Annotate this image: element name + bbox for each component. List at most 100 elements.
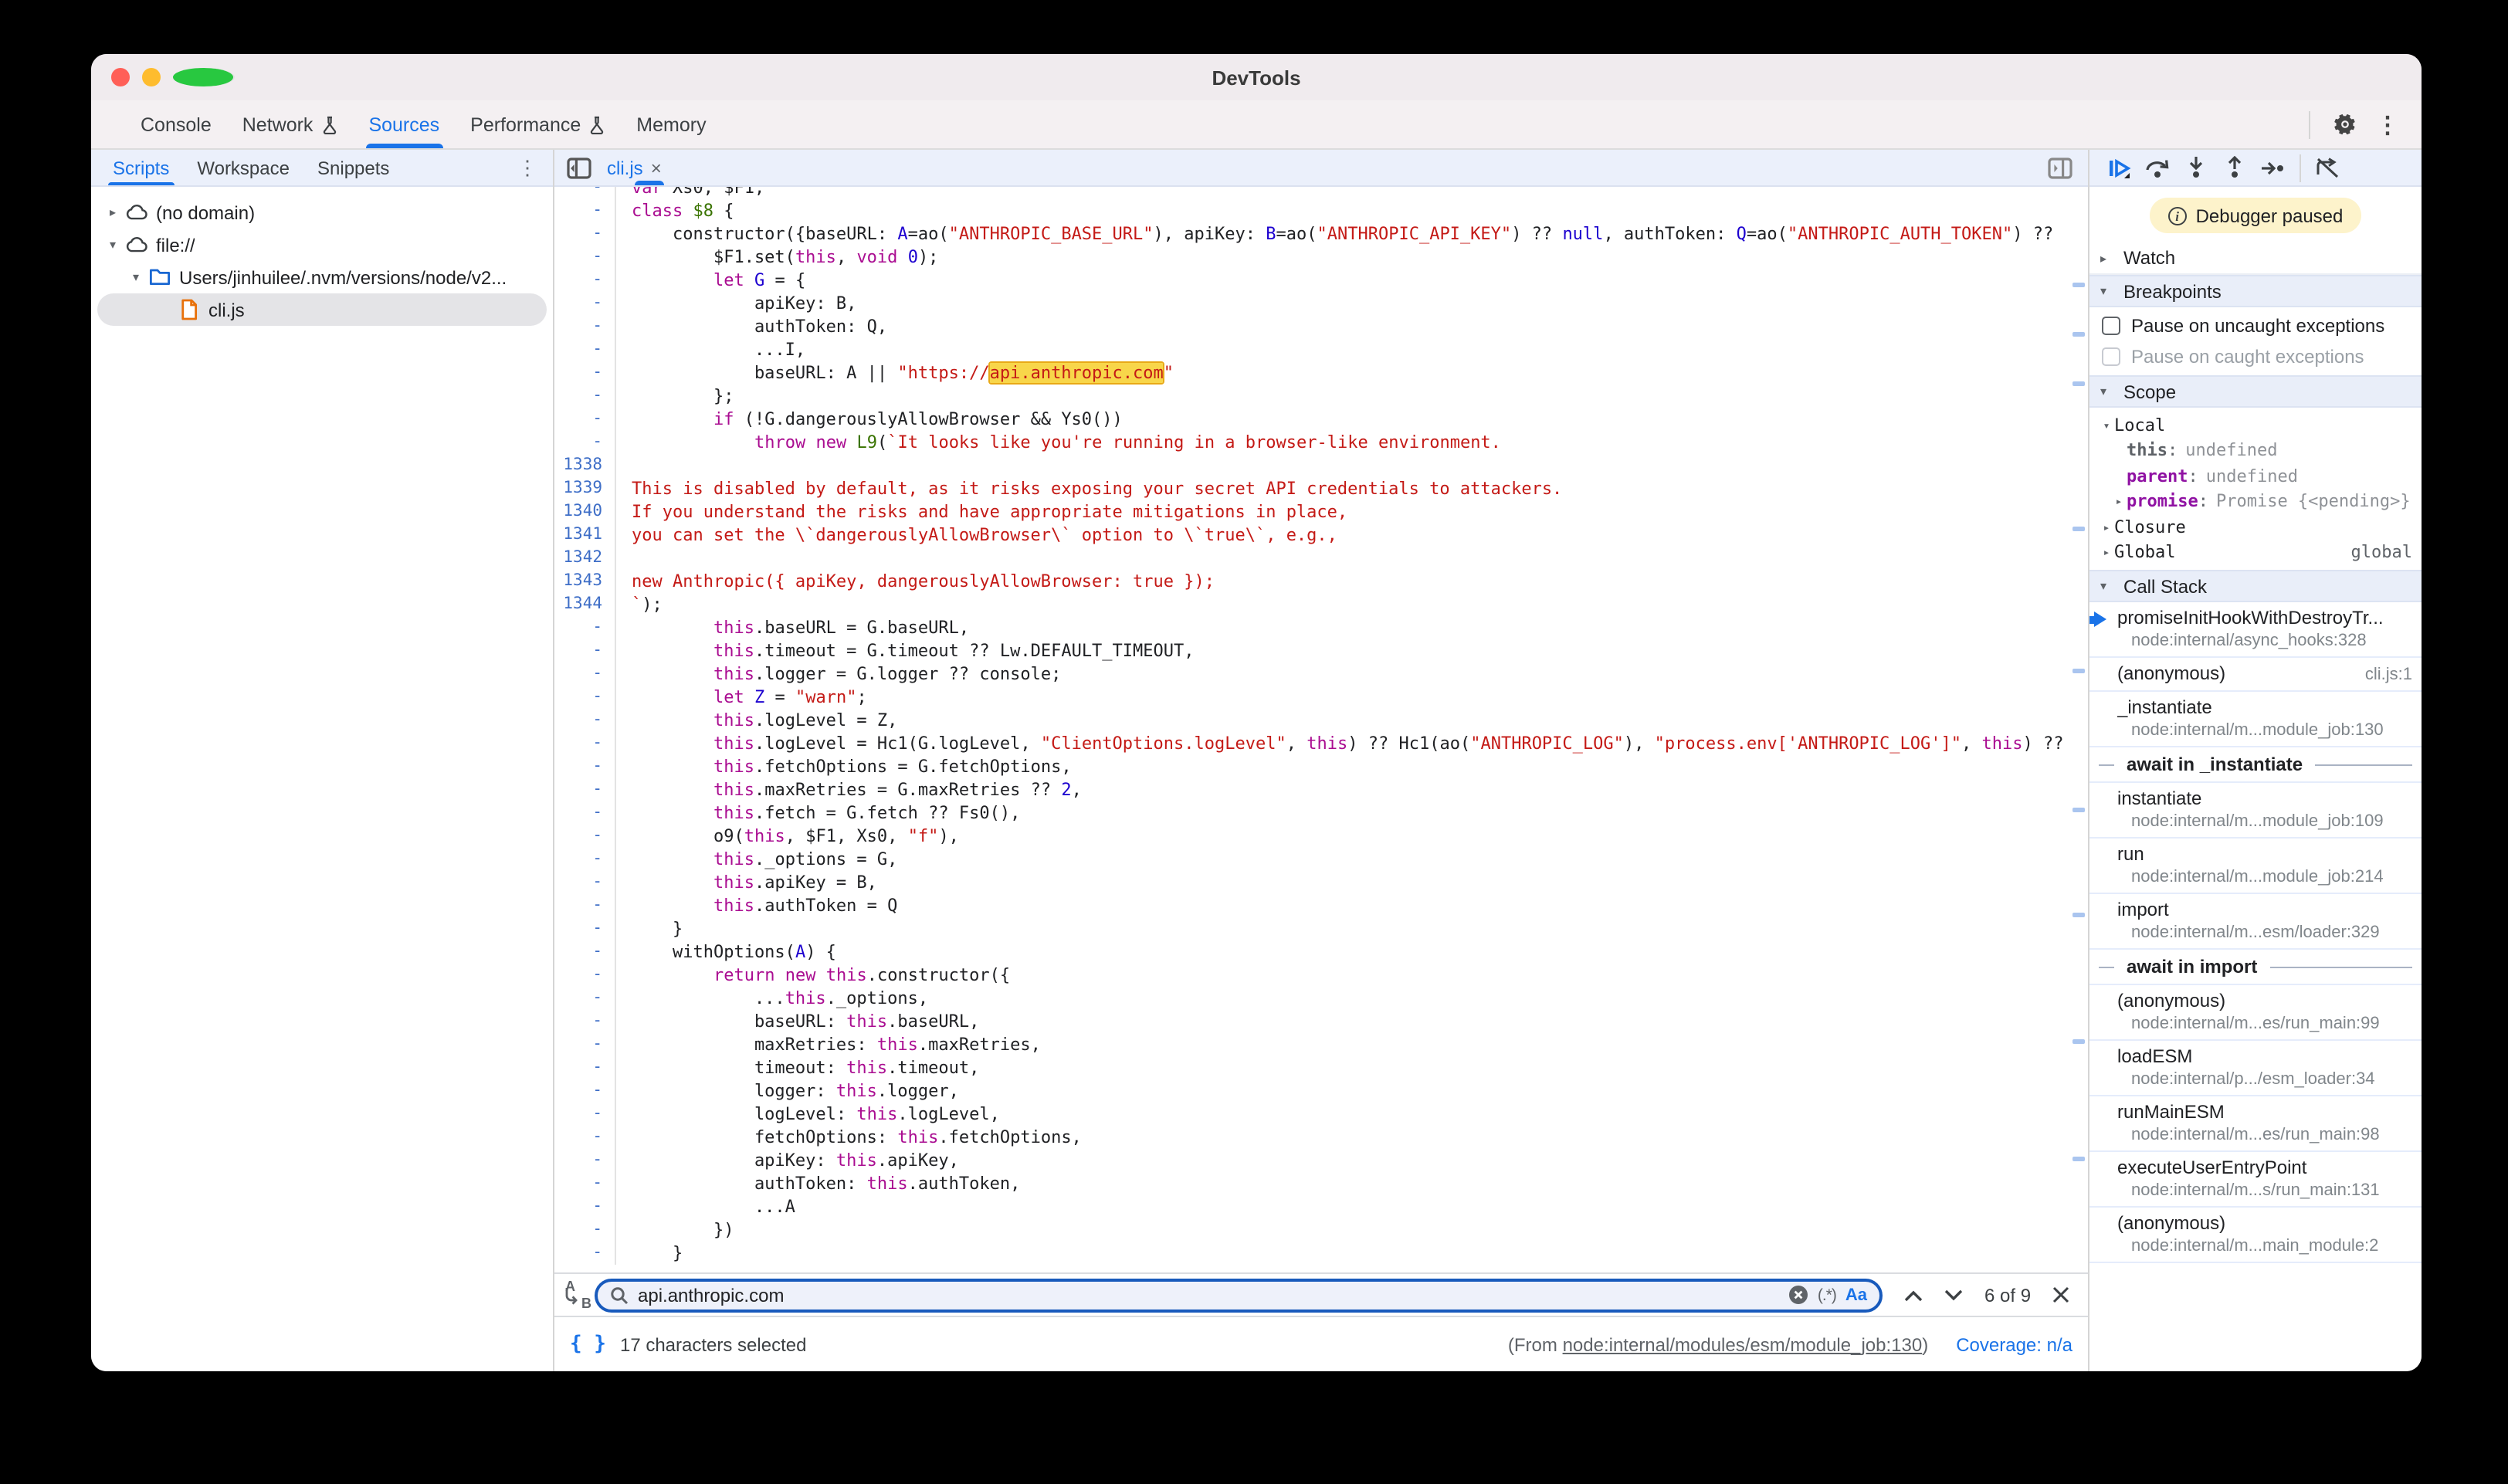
call-stack-frame[interactable]: (anonymous)node:internal/m...es/run_main… (2089, 985, 2422, 1041)
watch-section-header[interactable]: ▸ Watch (2089, 242, 2422, 275)
tree-item-file-[interactable]: ▾file:// (91, 229, 553, 261)
search-field[interactable]: (.*) Aa (595, 1278, 1883, 1312)
line-number[interactable]: - (554, 385, 616, 408)
line-number[interactable]: - (554, 361, 616, 385)
search-input[interactable] (638, 1284, 1779, 1306)
line-number[interactable]: - (554, 222, 616, 246)
tree-expander[interactable]: ▾ (2099, 418, 2114, 432)
line-number[interactable]: - (554, 732, 616, 755)
scope-section-header[interactable]: ▾ Scope (2089, 375, 2422, 408)
match-case-toggle[interactable]: Aa (1845, 1286, 1867, 1304)
line-number[interactable]: - (554, 1218, 616, 1242)
panel-tab-performance[interactable]: Performance (455, 100, 621, 148)
line-number[interactable]: - (554, 199, 616, 222)
line-number[interactable]: - (554, 1079, 616, 1103)
search-result-marker[interactable] (2072, 283, 2085, 287)
regex-toggle[interactable]: (.*) (1818, 1286, 1836, 1304)
scope-variable-parent[interactable]: parent:undefined (2089, 463, 2422, 489)
step-out-button[interactable] (2218, 152, 2252, 183)
line-number[interactable]: - (554, 848, 616, 871)
call-stack-frame[interactable]: (anonymous)node:internal/m...main_module… (2089, 1208, 2422, 1263)
line-number[interactable]: - (554, 616, 616, 639)
line-number[interactable]: - (554, 894, 616, 917)
navigator-tab-snippets[interactable]: Snippets (303, 150, 403, 185)
source-origin-link[interactable]: node:internal/modules/esm/module_job:130 (1563, 1333, 1923, 1355)
line-number[interactable]: - (554, 801, 616, 825)
toggle-debugger-sidebar-icon[interactable] (2045, 155, 2076, 180)
minimize-window-button[interactable] (142, 68, 161, 86)
editor-tab-close-icon[interactable]: × (651, 157, 662, 178)
tree-expander[interactable]: ▸ (2099, 520, 2114, 534)
search-result-marker[interactable] (2072, 669, 2085, 673)
tree-item--no-domain-[interactable]: ▸(no domain) (91, 196, 553, 229)
tree-item-cli-js[interactable]: cli.js (97, 293, 547, 326)
call-stack-frame[interactable]: loadESMnode:internal/p.../esm_loader:34 (2089, 1041, 2422, 1096)
search-result-marker[interactable] (2072, 1039, 2085, 1044)
line-number[interactable]: - (554, 338, 616, 361)
tree-expander[interactable]: ▾ (103, 238, 122, 252)
close-find-bar-icon[interactable] (2052, 1286, 2069, 1303)
line-number[interactable]: - (554, 1172, 616, 1195)
line-number[interactable]: - (554, 639, 616, 662)
search-result-marker[interactable] (2072, 527, 2085, 531)
more-options-icon[interactable]: ⋮ (2369, 106, 2406, 143)
close-window-button[interactable] (111, 68, 130, 86)
tree-item-users-jinhuilee-nvm-versions-node-v2-[interactable]: ▾Users/jinhuilee/.nvm/versions/node/v2..… (91, 261, 553, 293)
search-result-marker[interactable] (2072, 1157, 2085, 1161)
line-number[interactable]: - (554, 1103, 616, 1126)
line-number[interactable]: - (554, 709, 616, 732)
call-stack-frame[interactable]: runnode:internal/m...module_job:214 (2089, 839, 2422, 894)
call-stack-frame[interactable]: executeUserEntryPointnode:internal/m...s… (2089, 1152, 2422, 1208)
search-result-marker[interactable] (2072, 808, 2085, 812)
line-number[interactable]: - (554, 187, 616, 199)
line-number[interactable]: - (554, 431, 616, 454)
line-number[interactable]: - (554, 1195, 616, 1218)
line-number[interactable]: - (554, 940, 616, 964)
panel-tab-network[interactable]: Network (227, 100, 354, 148)
call-stack-frame[interactable]: _instantiatenode:internal/m...module_job… (2089, 692, 2422, 747)
line-number[interactable]: - (554, 871, 616, 894)
navigator-tab-scripts[interactable]: Scripts (99, 150, 183, 185)
line-number[interactable]: - (554, 292, 616, 315)
line-number[interactable]: - (554, 315, 616, 338)
toggle-navigator-icon[interactable] (564, 155, 595, 180)
line-number[interactable]: - (554, 269, 616, 292)
tree-expander[interactable]: ▸ (2111, 495, 2127, 509)
previous-match-icon[interactable] (1904, 1289, 1923, 1301)
line-number[interactable]: - (554, 408, 616, 431)
breakpoints-section-header[interactable]: ▾ Breakpoints (2089, 275, 2422, 307)
code-editor[interactable]: -var Xs0, $F1;-class $8 {- constructor({… (554, 187, 2088, 1272)
zoom-window-button[interactable] (173, 68, 235, 86)
line-number[interactable]: - (554, 1126, 616, 1149)
deactivate-breakpoints-icon[interactable] (2310, 152, 2344, 183)
resume-script-button[interactable] (2102, 152, 2136, 183)
line-number[interactable]: 1343 (554, 570, 616, 593)
line-number[interactable]: 1341 (554, 523, 616, 547)
line-number[interactable]: - (554, 917, 616, 940)
search-result-marker[interactable] (2072, 913, 2085, 917)
line-number[interactable]: - (554, 1056, 616, 1079)
panel-tab-memory[interactable]: Memory (621, 100, 721, 148)
scope-group-closure[interactable]: ▸Closure (2089, 514, 2422, 540)
line-number[interactable]: - (554, 755, 616, 778)
tree-expander[interactable]: ▸ (103, 205, 122, 219)
clear-search-icon[interactable] (1788, 1285, 1808, 1305)
next-match-icon[interactable] (1944, 1289, 1963, 1301)
line-number[interactable]: - (554, 1010, 616, 1033)
line-number[interactable]: 1342 (554, 547, 616, 570)
search-result-marker[interactable] (2072, 332, 2085, 337)
line-number[interactable]: - (554, 964, 616, 987)
line-number[interactable]: - (554, 246, 616, 269)
checkbox[interactable] (2102, 317, 2120, 335)
editor-tab-cli-js[interactable]: cli.js × (595, 150, 674, 185)
step-over-button[interactable] (2140, 152, 2174, 183)
line-number[interactable]: - (554, 1242, 616, 1265)
replace-toggle-icon[interactable]: A B (564, 1281, 591, 1309)
scope-group-global[interactable]: ▸Globalglobal (2089, 540, 2422, 565)
line-number[interactable]: - (554, 1149, 616, 1172)
navigator-more-icon[interactable]: ⋮ (517, 155, 553, 180)
checkbox[interactable] (2102, 347, 2120, 366)
line-number[interactable]: 1344 (554, 593, 616, 616)
line-number[interactable]: - (554, 662, 616, 686)
line-number[interactable]: 1340 (554, 500, 616, 523)
